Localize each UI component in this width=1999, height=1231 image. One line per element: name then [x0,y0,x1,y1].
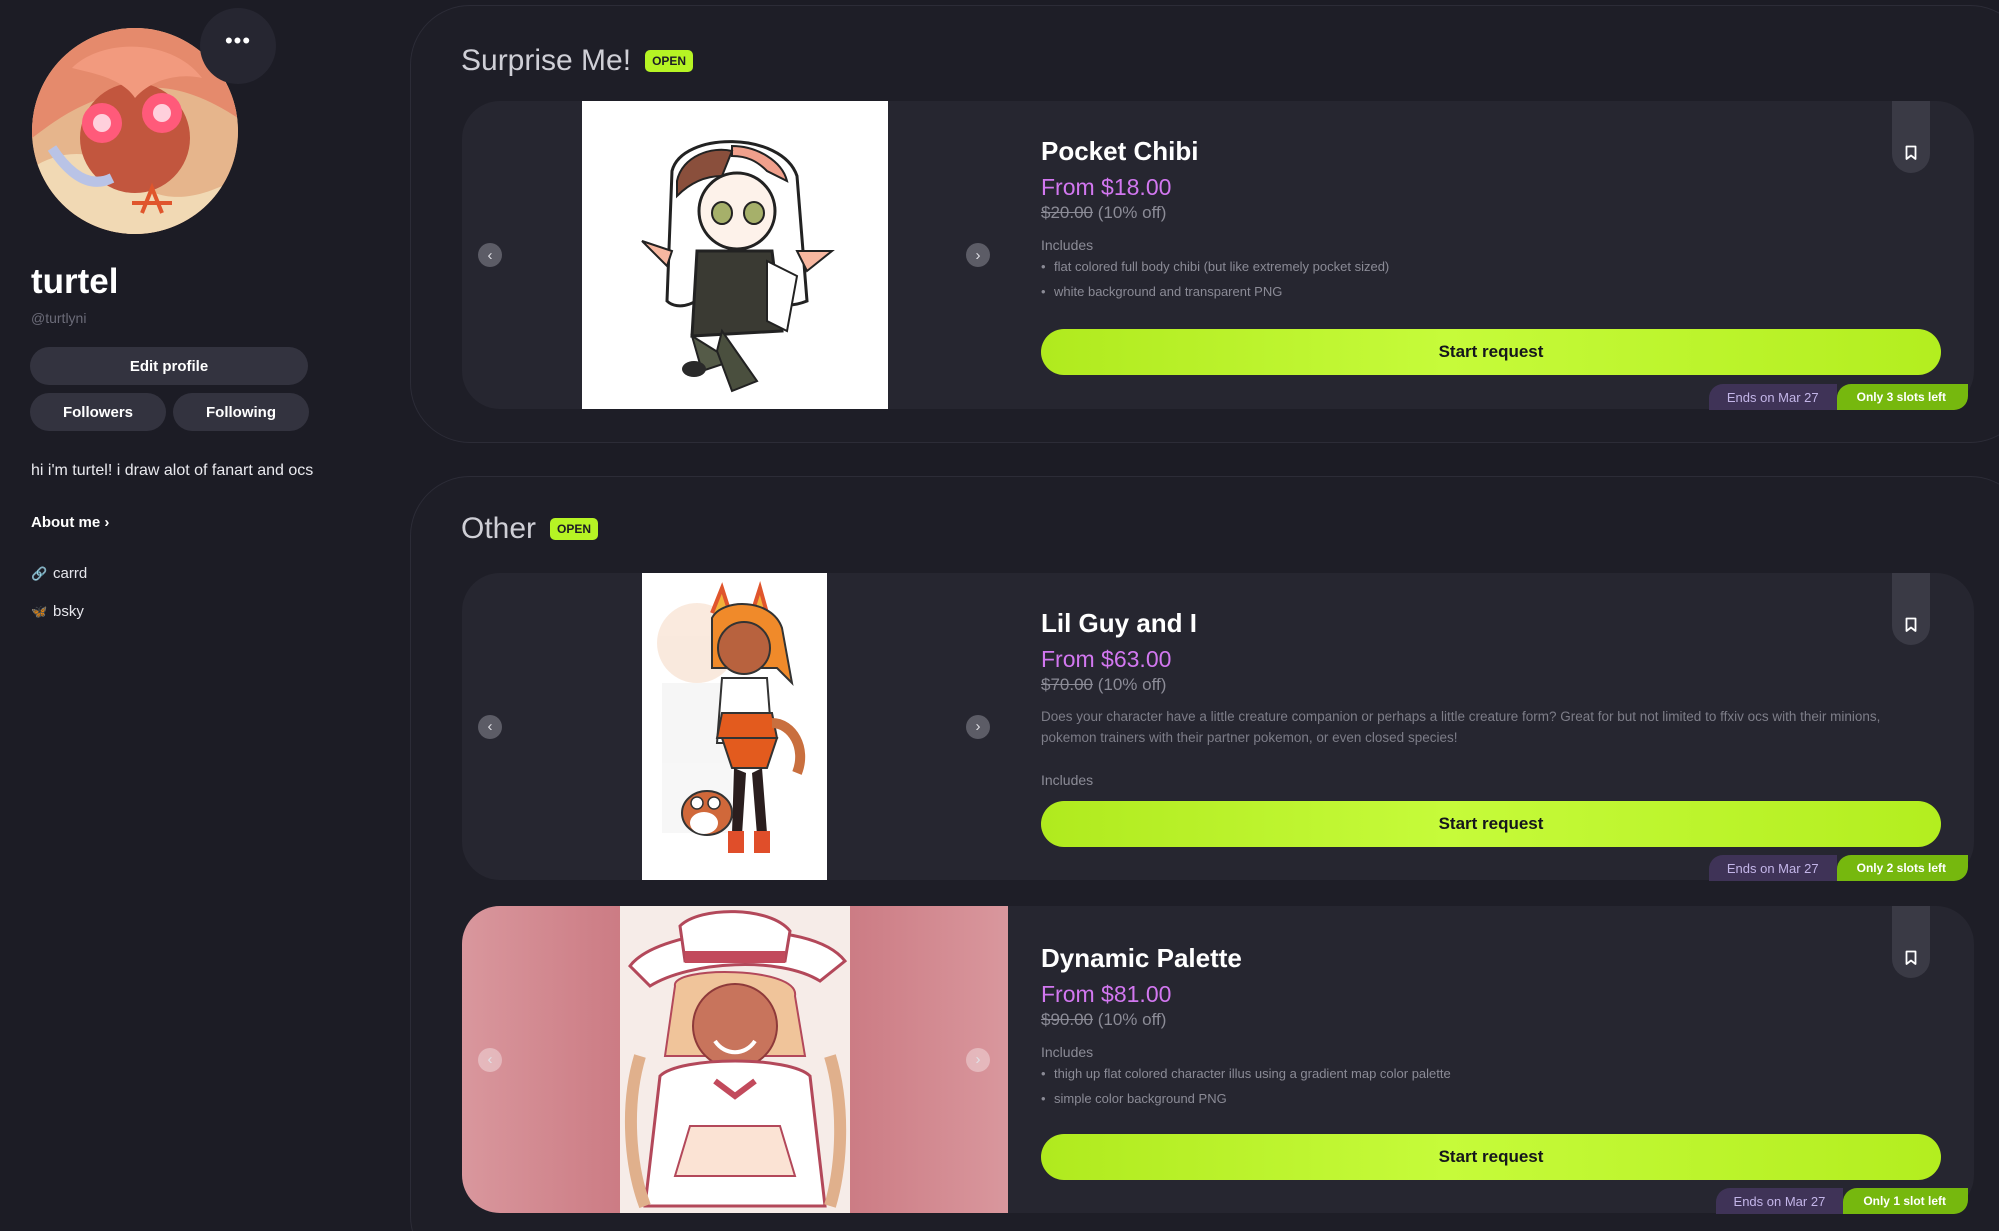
open-badge: OPEN [645,50,694,72]
card-image-carousel: ‹ › [462,906,1008,1213]
link-bsky[interactable]: 🦋 bsky [31,603,84,620]
item-description: Does your character have a little creatu… [1041,709,1881,745]
slots-left-tag: Only 1 slot left [1843,1188,1968,1214]
start-request-button[interactable]: Start request [1041,801,1941,847]
profile-username: turtel [31,262,119,301]
followers-button[interactable]: Followers [30,393,166,431]
original-price-row: $20.00 (10% off) [1041,203,1166,223]
start-request-button[interactable]: Start request [1041,329,1941,375]
slots-left-tag: Only 3 slots left [1836,384,1968,410]
link-icon: 🔗 [31,565,48,581]
link-label: carrd [53,565,88,582]
discount-label: (10% off) [1097,1010,1167,1029]
original-price: $20.00 [1041,203,1093,222]
bookmark-button[interactable] [1892,906,1930,978]
following-button[interactable]: Following [173,393,309,431]
carousel-prev-button[interactable]: ‹ [478,1047,502,1072]
item-price: From $81.00 [1041,981,1172,1007]
bookmark-button[interactable] [1892,101,1930,173]
includes-label: Includes [1041,1044,1094,1060]
card-image-carousel: ‹ › [462,101,1008,409]
item-price: From $18.00 [1041,174,1172,200]
link-label: bsky [53,603,84,620]
carousel-next-button[interactable]: › [966,1047,990,1072]
about-me-link[interactable]: About me › [31,514,109,531]
includes-label: Includes [1041,772,1094,788]
commission-card-dynamic-palette[interactable]: ‹ › Dynamic Palette From $81.00 $90.00 (… [462,906,1974,1214]
character-illustration [642,573,827,880]
list-item: thigh up flat colored character illus us… [1041,1061,1451,1086]
more-options-icon: ••• [224,28,252,53]
bookmark-button[interactable] [1892,573,1930,645]
list-item: flat colored full body chibi (but like e… [1041,254,1389,279]
card-tags: Ends on Mar 27 Only 3 slots left [1708,384,1968,410]
carousel-prev-button[interactable]: ‹ [478,243,502,267]
carousel-next-button[interactable]: › [966,714,990,739]
discount-label: (10% off) [1097,203,1167,222]
profile-sidebar: ••• turtel @turtlyni Edit profile Follow… [0,0,340,1231]
butterfly-icon: 🦋 [31,603,48,619]
profile-handle: @turtlyni [31,310,87,326]
item-title: Pocket Chibi [1041,136,1199,166]
start-request-button[interactable]: Start request [1041,1134,1941,1180]
discount-label: (10% off) [1097,675,1167,694]
section-header: Other OPEN [461,512,599,546]
link-carrd[interactable]: 🔗 carrd [31,565,87,582]
ends-date-tag: Ends on Mar 27 [1708,855,1837,881]
section-header: Surprise Me! OPEN [461,44,694,78]
original-price-row: $70.00 (10% off) [1041,675,1166,695]
palette-illustration [620,906,850,1213]
original-price: $70.00 [1041,675,1093,694]
carousel-prev-button[interactable]: ‹ [478,714,502,739]
bookmark-icon [1905,950,1917,965]
list-item: white background and transparent PNG [1041,279,1389,304]
commission-card-pocket-chibi[interactable]: ‹ › Pocket Chibi From $18.00 $20.00 (10%… [462,101,1974,410]
edit-profile-button[interactable]: Edit profile [30,347,308,385]
section-title: Surprise Me! [461,44,632,77]
bookmark-icon [1905,145,1917,160]
card-image[interactable] [620,906,850,1213]
includes-list: thigh up flat colored character illus us… [1041,1061,1451,1111]
includes-list: flat colored full body chibi (but like e… [1041,254,1389,304]
card-tags: Ends on Mar 27 Only 2 slots left [1708,855,1968,881]
ends-date-tag: Ends on Mar 27 [1715,1188,1844,1214]
bookmark-icon [1905,617,1917,632]
chibi-illustration [582,101,888,409]
card-image-carousel: ‹ › [462,573,1008,880]
card-tags: Ends on Mar 27 Only 1 slot left [1715,1188,1968,1214]
section-title: Other [461,512,537,545]
item-title: Dynamic Palette [1041,943,1242,973]
carousel-next-button[interactable]: › [966,243,990,267]
open-badge: OPEN [550,518,599,540]
includes-label: Includes [1041,237,1094,253]
item-price: From $63.00 [1041,646,1172,672]
original-price: $90.00 [1041,1010,1093,1029]
profile-bio: hi i'm turtel! i draw alot of fanart and… [31,462,314,479]
item-title: Lil Guy and I [1041,608,1198,638]
more-options-button[interactable]: ••• [200,8,276,84]
card-image[interactable] [642,573,827,880]
ends-date-tag: Ends on Mar 27 [1708,384,1837,410]
slots-left-tag: Only 2 slots left [1836,855,1968,881]
commission-card-lil-guy-and-i[interactable]: ‹ › Lil Guy and I From $63.00 $70.00 (10… [462,573,1974,881]
card-image[interactable] [582,101,888,409]
original-price-row: $90.00 (10% off) [1041,1010,1166,1030]
list-item: simple color background PNG [1041,1086,1451,1111]
